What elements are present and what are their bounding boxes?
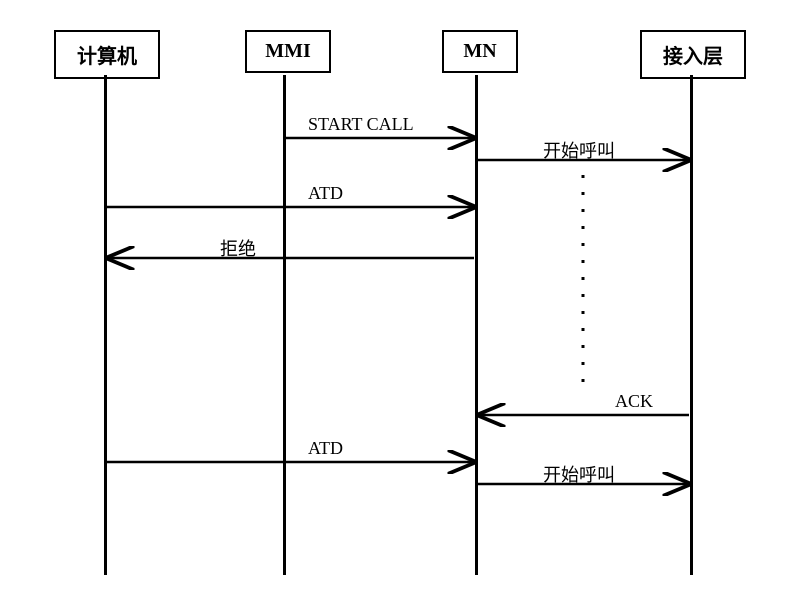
participant-access-layer: 接入层	[640, 30, 746, 79]
lifeline-mn	[475, 75, 478, 575]
participant-mn: MN	[442, 30, 518, 73]
arrows-overlay	[0, 0, 800, 592]
label-start-call: START CALL	[308, 114, 414, 135]
lifeline-access-layer	[690, 75, 693, 575]
label-reject: 拒绝	[220, 235, 256, 261]
lifeline-mmi	[283, 75, 286, 575]
label-begin-call-1: 开始呼叫	[543, 137, 615, 163]
participant-mmi: MMI	[245, 30, 331, 73]
sequence-diagram: 计算机 MMI MN 接入层 START CALL 开始呼叫 ATD 拒绝 AC	[0, 0, 800, 592]
label-ack: ACK	[615, 391, 653, 412]
label-atd-1: ATD	[308, 183, 343, 204]
lifeline-computer	[104, 75, 107, 575]
participant-computer: 计算机	[54, 30, 160, 79]
label-begin-call-2: 开始呼叫	[543, 461, 615, 487]
label-atd-2: ATD	[308, 438, 343, 459]
